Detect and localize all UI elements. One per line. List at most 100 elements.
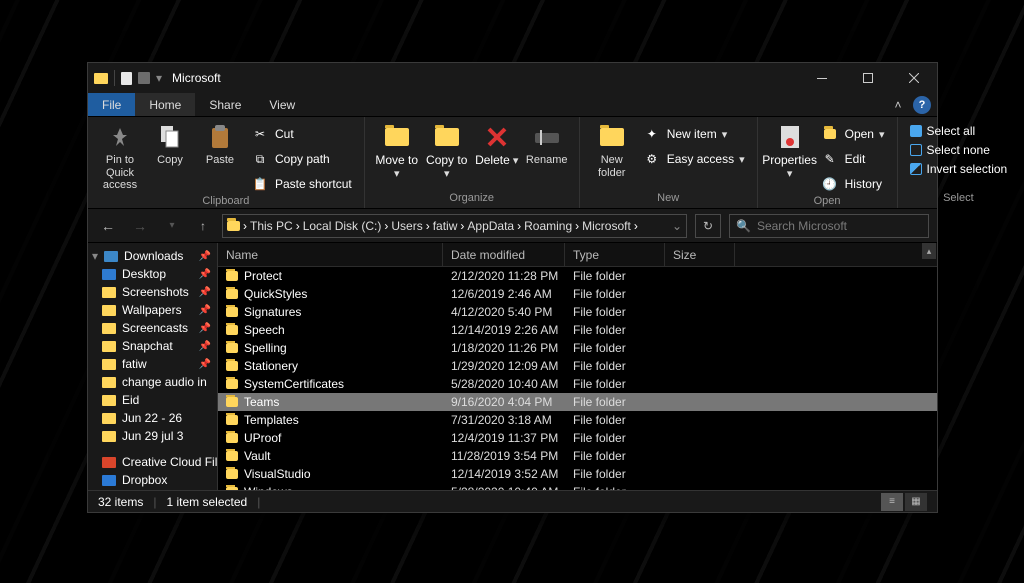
file-row[interactable]: Spelling1/18/2020 11:26 PMFile folder <box>218 339 937 357</box>
up-button[interactable]: ↑ <box>192 215 214 237</box>
cut-button[interactable]: ✂Cut <box>246 123 356 145</box>
nav-item[interactable]: Wallpapers📌 <box>88 301 217 319</box>
tab-view[interactable]: View <box>255 93 309 116</box>
file-type: File folder <box>565 341 665 355</box>
nav-item[interactable]: ▾Downloads📌 <box>88 247 217 265</box>
navigation-pane[interactable]: ▾Downloads📌Desktop📌Screenshots📌Wallpaper… <box>88 243 218 490</box>
col-size[interactable]: Size <box>665 243 735 266</box>
paste-button[interactable]: Paste <box>196 121 244 167</box>
breadcrumb-item[interactable]: Roaming <box>524 219 572 233</box>
address-bar[interactable]: › This PC›Local Disk (C:)›Users›fatiw›Ap… <box>222 214 687 238</box>
copy-to-button[interactable]: Copy to ▾ <box>423 121 471 180</box>
folder-icon <box>102 341 116 352</box>
breadcrumb-item[interactable]: AppData <box>467 219 514 233</box>
select-none-button[interactable]: Select none <box>906 142 1012 158</box>
forward-button[interactable]: → <box>128 214 152 238</box>
file-row[interactable]: QuickStyles12/6/2019 2:46 AMFile folder <box>218 285 937 303</box>
file-row[interactable]: Teams9/16/2020 4:04 PMFile folder <box>218 393 937 411</box>
chevron-right-icon[interactable]: › <box>296 219 300 233</box>
nav-item[interactable]: Eid <box>88 391 217 409</box>
minimize-button[interactable] <box>799 63 845 93</box>
group-select-label: Select <box>943 192 974 206</box>
chevron-right-icon[interactable]: › <box>575 219 579 233</box>
nav-item[interactable]: Desktop📌 <box>88 265 217 283</box>
search-box[interactable]: 🔍 Search Microsoft <box>729 214 929 238</box>
rename-button[interactable]: Rename <box>523 121 571 167</box>
col-date[interactable]: Date modified <box>443 243 565 266</box>
view-icons-button[interactable]: ▦ <box>905 493 927 511</box>
breadcrumb-item[interactable]: This PC <box>250 219 293 233</box>
nav-item[interactable]: Jun 22 - 26 <box>88 409 217 427</box>
copy-button[interactable]: Copy <box>146 121 194 167</box>
select-all-icon <box>910 125 922 137</box>
chevron-right-icon[interactable]: › <box>426 219 430 233</box>
nav-item[interactable]: Screenshots📌 <box>88 283 217 301</box>
folder-icon <box>226 451 238 461</box>
select-all-button[interactable]: Select all <box>906 123 1012 139</box>
close-button[interactable] <box>891 63 937 93</box>
copy-path-button[interactable]: ⧉Copy path <box>246 148 356 170</box>
nav-item[interactable]: Screencasts📌 <box>88 319 217 337</box>
file-row[interactable]: Templates7/31/2020 3:18 AMFile folder <box>218 411 937 429</box>
paste-shortcut-button[interactable]: 📋Paste shortcut <box>246 173 356 195</box>
invert-selection-button[interactable]: Invert selection <box>906 161 1012 177</box>
file-row[interactable]: Stationery1/29/2020 12:09 AMFile folder <box>218 357 937 375</box>
qat-properties-icon[interactable] <box>121 72 132 85</box>
file-row[interactable]: Windows5/28/2020 10:40 AMFile folder <box>218 483 937 490</box>
tab-share[interactable]: Share <box>195 93 255 116</box>
maximize-button[interactable] <box>845 63 891 93</box>
pin-to-quick-access-button[interactable]: Pin to Quick access <box>96 121 144 192</box>
properties-button[interactable]: Properties ▾ <box>766 121 814 180</box>
folder-icon <box>102 377 116 388</box>
file-row[interactable]: Speech12/14/2019 2:26 AMFile folder <box>218 321 937 339</box>
file-name: SystemCertificates <box>244 377 344 391</box>
pin-icon: 📌 <box>199 269 211 280</box>
nav-item[interactable]: Creative Cloud Fil <box>88 453 217 471</box>
open-button[interactable]: Open ▾ <box>816 123 889 145</box>
breadcrumb-item[interactable]: fatiw <box>433 219 458 233</box>
view-details-button[interactable]: ≡ <box>881 493 903 511</box>
ribbon-collapse-icon[interactable]: ˄ <box>883 93 913 116</box>
nav-item[interactable]: fatiw📌 <box>88 355 217 373</box>
chevron-right-icon[interactable]: › <box>384 219 388 233</box>
breadcrumb-item[interactable]: Local Disk (C:) <box>303 219 382 233</box>
recent-dropdown-icon[interactable]: ▾ <box>160 214 184 238</box>
qat-newfolder-icon[interactable] <box>138 72 150 84</box>
file-row[interactable]: VisualStudio12/14/2019 3:52 AMFile folde… <box>218 465 937 483</box>
file-row[interactable]: Signatures4/12/2020 5:40 PMFile folder <box>218 303 937 321</box>
breadcrumb-item[interactable]: Users <box>391 219 422 233</box>
chevron-right-icon[interactable]: › <box>517 219 521 233</box>
nav-item[interactable]: change audio in <box>88 373 217 391</box>
col-type[interactable]: Type <box>565 243 665 266</box>
file-row[interactable]: UProof12/4/2019 11:37 PMFile folder <box>218 429 937 447</box>
qat-dropdown-icon[interactable]: ▾ <box>156 71 162 85</box>
history-button[interactable]: 🕘History <box>816 173 889 195</box>
tab-home[interactable]: Home <box>135 93 195 116</box>
address-dropdown-icon[interactable]: ⌄ <box>672 219 682 233</box>
easy-access-button[interactable]: ⚙Easy access ▾ <box>638 148 749 170</box>
nav-item[interactable]: Snapchat📌 <box>88 337 217 355</box>
breadcrumb-item[interactable]: Microsoft <box>582 219 631 233</box>
refresh-button[interactable]: ↻ <box>695 214 721 238</box>
col-name[interactable]: Name <box>218 243 443 266</box>
chevron-right-icon[interactable]: › <box>243 219 247 233</box>
new-item-button[interactable]: ✦New item ▾ <box>638 123 749 145</box>
tab-file[interactable]: File <box>88 93 135 116</box>
expand-icon[interactable]: ▾ <box>92 249 98 263</box>
column-headers: Name Date modified Type Size <box>218 243 937 267</box>
scroll-up-icon[interactable]: ▴ <box>922 243 936 259</box>
nav-item[interactable]: Dropbox <box>88 471 217 489</box>
title-bar[interactable]: ▾ Microsoft <box>88 63 937 93</box>
file-row[interactable]: Protect2/12/2020 11:28 PMFile folder <box>218 267 937 285</box>
file-type: File folder <box>565 323 665 337</box>
help-icon[interactable]: ? <box>913 96 931 114</box>
chevron-right-icon[interactable]: › <box>460 219 464 233</box>
edit-button[interactable]: ✎Edit <box>816 148 889 170</box>
file-row[interactable]: Vault11/28/2019 3:54 PMFile folder <box>218 447 937 465</box>
delete-button[interactable]: Delete ▾ <box>473 121 521 168</box>
move-to-button[interactable]: Move to ▾ <box>373 121 421 180</box>
file-row[interactable]: SystemCertificates5/28/2020 10:40 AMFile… <box>218 375 937 393</box>
nav-item[interactable]: Jun 29 jul 3 <box>88 427 217 445</box>
new-folder-button[interactable]: New folder <box>588 121 636 179</box>
back-button[interactable]: ← <box>96 214 120 238</box>
